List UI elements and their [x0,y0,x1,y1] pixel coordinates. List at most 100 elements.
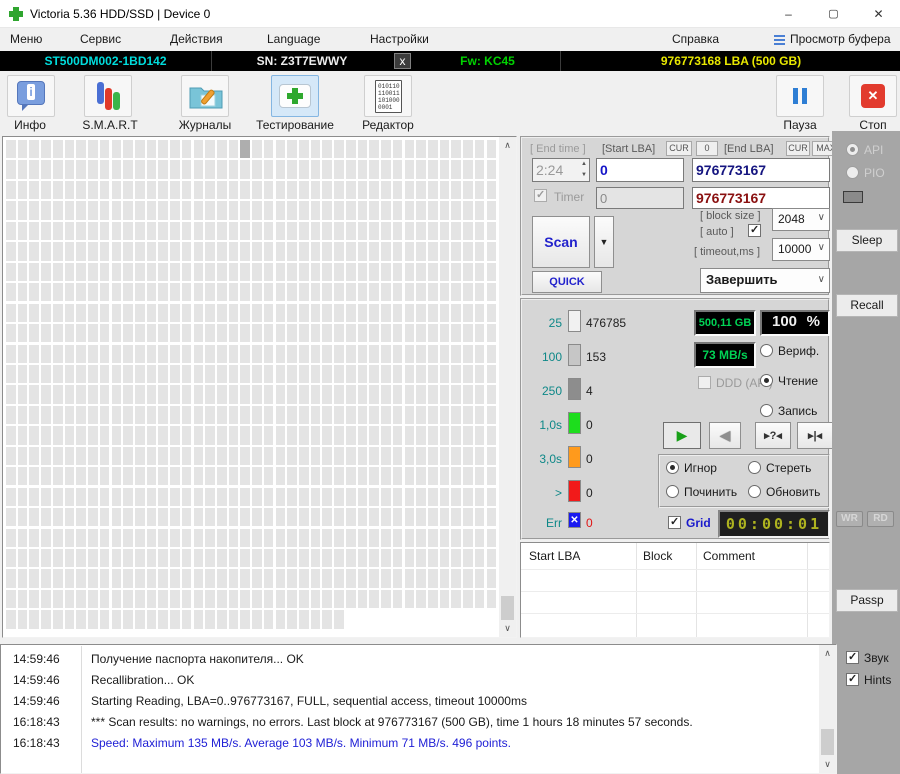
scan-block [158,508,169,527]
scroll-down-icon[interactable]: ∨ [499,620,516,637]
testing-button[interactable] [271,75,319,117]
mode-read-label: Чтение [778,374,819,388]
hints-checkbox[interactable] [846,672,859,686]
minimize-button[interactable]: – [766,0,811,28]
scan-block [64,303,75,322]
end-lba-current-field[interactable] [692,187,830,209]
log-scrollbar-thumb[interactable] [821,729,834,755]
scan-block [439,242,450,261]
recall-button[interactable]: Recall [836,294,898,317]
scan-block [463,508,473,527]
scan-block [486,140,497,159]
end-lba-input[interactable] [692,158,830,182]
scan-block [486,242,497,261]
scan-block [474,262,485,281]
grid-checkbox[interactable] [668,515,681,529]
menu-settings[interactable]: Настройки [370,32,429,46]
api-radio[interactable] [846,143,859,156]
scan-block [275,385,286,404]
info-button[interactable]: i [7,75,55,117]
jump-to-defect-button[interactable]: ▸?◂ [755,422,791,449]
mode-write-radio[interactable] [760,404,773,417]
scan-block [52,160,63,179]
scan-block [275,140,286,159]
column-header-block[interactable]: Block [643,549,672,563]
start-lba-zero-button[interactable]: 0 [696,141,718,156]
spinner-up-icon[interactable]: ▲ ▼ [581,159,587,181]
scan-block [146,426,157,445]
scan-block [310,364,321,384]
scan-block [29,569,40,588]
grid-scrollbar[interactable]: ∧ ∨ [499,137,516,637]
end-time-spinner[interactable]: 2:24 ▲ ▼ [532,158,590,182]
menu-language[interactable]: Language [267,32,320,46]
start-lba-cur-button[interactable]: CUR [666,141,692,156]
scan-block [193,467,204,486]
jump-to-position-button[interactable]: ▸|◂ [797,422,833,449]
wr-button[interactable]: WR [836,511,863,527]
scan-block [392,160,403,179]
scan-block [228,589,239,609]
on-end-action-combo[interactable]: Завершить ∨ [700,268,830,293]
auto-checkbox[interactable] [748,223,761,237]
timer-checkbox[interactable] [534,188,547,202]
action-erase-radio[interactable] [748,461,761,474]
device-deselect-button[interactable]: x [394,53,411,69]
editor-button[interactable]: 010110 110011 101000 0001 [364,75,412,117]
column-header-start-lba[interactable]: Start LBA [529,549,580,563]
smart-button[interactable] [84,75,132,117]
scroll-down-icon[interactable]: ∨ [819,756,836,773]
timeout-combo[interactable]: 10000 ∨ [772,238,830,261]
menu-service[interactable]: Сервис [80,32,121,46]
pio-radio[interactable] [846,166,859,179]
scan-block [322,385,333,404]
menu-actions[interactable]: Действия [170,32,223,46]
testing-icon [279,84,311,108]
scan-block [111,549,122,568]
start-lba-input[interactable] [596,158,684,182]
scroll-up-icon[interactable]: ∧ [819,645,836,662]
scan-forward-button[interactable]: ▶ [663,422,701,449]
scan-dropdown-button[interactable]: ▼ [594,216,614,268]
scan-block [111,344,122,363]
sleep-button[interactable]: Sleep [836,229,898,252]
passp-button[interactable]: Passp [836,589,898,612]
maximize-button[interactable]: ▢ [811,0,856,28]
scan-block [287,262,297,281]
pause-button[interactable] [776,75,824,117]
scan-backward-button[interactable]: ◀ [709,422,741,449]
stop-button[interactable]: ✕ [849,75,897,117]
log-scrollbar[interactable]: ∧ ∨ [819,645,836,773]
grid-scrollbar-thumb[interactable] [501,596,514,620]
stat-swatch [568,344,581,366]
menu-buffer-view[interactable]: Просмотр буфера [790,32,891,46]
block-size-combo[interactable]: 2048 ∨ [772,208,830,231]
scan-block [381,283,391,302]
timer-input[interactable] [596,187,684,209]
sound-checkbox[interactable] [846,650,859,664]
action-ignore-radio[interactable] [666,461,679,474]
quick-button[interactable]: QUICK [532,271,602,293]
smart-label: S.M.A.R.T [82,118,138,132]
scan-block [240,242,251,261]
rd-button[interactable]: RD [867,511,894,527]
scroll-up-icon[interactable]: ∧ [499,137,516,154]
logs-button[interactable] [181,75,229,117]
scan-button[interactable]: Scan [532,216,590,268]
mode-read-radio[interactable] [760,374,773,387]
action-refresh-radio[interactable] [748,485,761,498]
column-header-comment[interactable]: Comment [703,549,755,563]
mode-verify-radio[interactable] [760,344,773,357]
action-remap-radio[interactable] [666,485,679,498]
menu-help[interactable]: Справка [672,32,719,46]
scan-block [381,242,391,261]
scan-block [252,569,262,588]
end-lba-cur-button[interactable]: CUR [786,141,810,156]
close-button[interactable]: ✕ [856,0,900,28]
scan-block [6,405,16,425]
scan-block [88,589,98,609]
scan-block [88,160,98,179]
ddd-checkbox[interactable] [698,376,711,389]
scan-block [369,385,379,404]
menu-main[interactable]: Меню [10,32,42,46]
